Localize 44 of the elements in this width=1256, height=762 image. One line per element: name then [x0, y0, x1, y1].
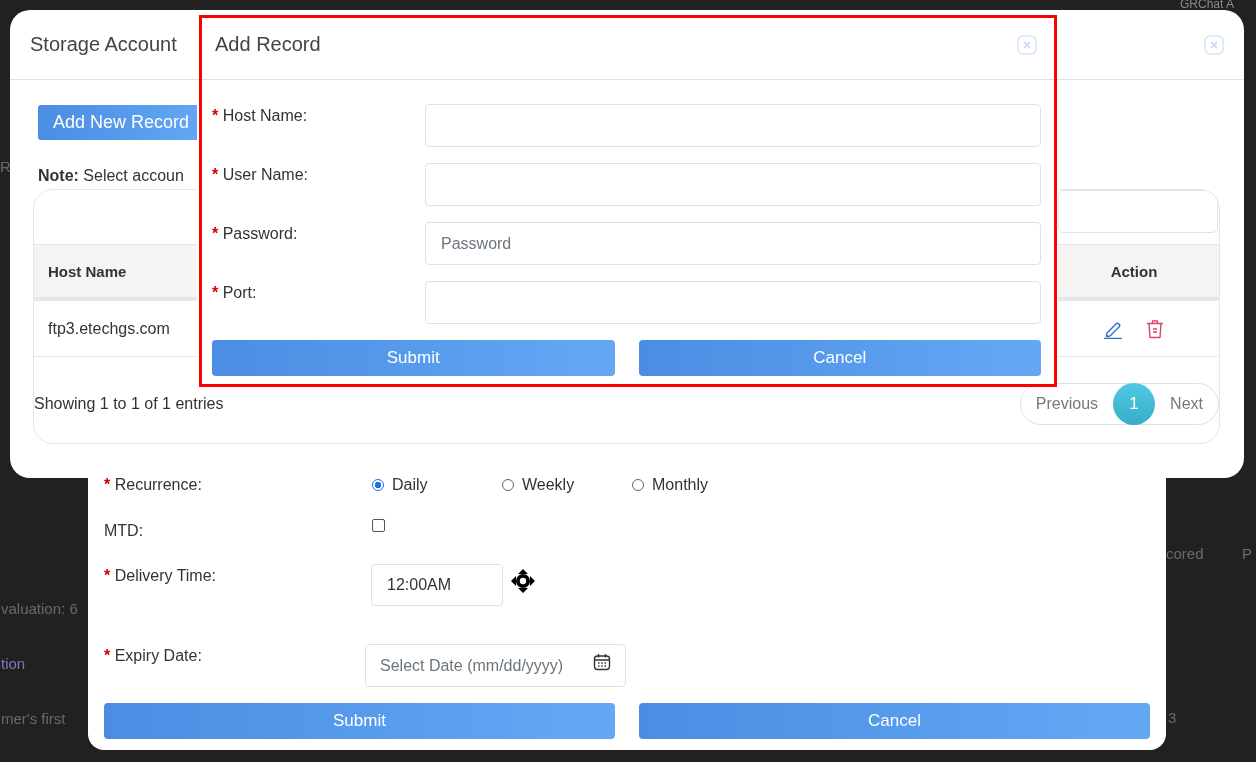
field-label: * Recurrence:	[104, 476, 203, 494]
submit-button[interactable]: Submit	[104, 703, 615, 739]
table-cell-text: ftp3.etechgs.com	[47, 319, 171, 338]
calendar-icon[interactable]	[593, 652, 611, 671]
close-icon[interactable]	[1204, 34, 1224, 55]
page-text: 3	[1168, 709, 1177, 726]
date-field[interactable]: Select Date (mm/dd/yyyy)	[365, 644, 626, 687]
entries-info: Showing 1 to 1 of 1 entries	[34, 395, 224, 413]
page-text: R	[0, 158, 11, 175]
next-link[interactable]: Next	[1155, 395, 1218, 413]
submit-button[interactable]: Submit	[212, 340, 615, 376]
move-icon[interactable]	[511, 569, 535, 593]
column-header: Host Name	[47, 262, 128, 280]
radio-option[interactable]: Daily	[372, 476, 502, 494]
trash-icon[interactable]	[1145, 318, 1165, 339]
input-field[interactable]	[425, 281, 1041, 324]
field-label: * Expiry Date:	[104, 646, 203, 665]
radio-option[interactable]: Monthly	[632, 476, 762, 494]
page-text: valuation: 6	[1, 600, 78, 617]
input-field[interactable]: Password	[425, 222, 1041, 265]
input-field[interactable]	[425, 163, 1041, 206]
field-label: * Host Name:	[212, 106, 309, 125]
time-field[interactable]: 12:00AM	[371, 564, 503, 606]
field-label: MTD:	[104, 522, 145, 540]
previous-link[interactable]: Previous	[1020, 395, 1114, 413]
cancel-button[interactable]: Cancel	[638, 340, 1041, 376]
checkbox[interactable]	[372, 518, 385, 532]
field-label: * Delivery Time:	[104, 566, 218, 585]
column-header: Action	[1109, 262, 1159, 280]
page-text: mer's first	[1, 710, 66, 727]
page-text: tion	[1, 655, 26, 672]
cancel-button[interactable]: Cancel	[639, 703, 1150, 739]
app-title: GRChat A	[1180, 0, 1235, 10]
field-label: * Password:	[212, 224, 299, 243]
note-text: Note: Select accoun	[38, 167, 184, 185]
dialog-title: Storage Account	[30, 33, 177, 56]
close-icon[interactable]	[1017, 34, 1037, 55]
radio-option[interactable]: Weekly	[502, 476, 632, 494]
input-field[interactable]	[425, 104, 1041, 147]
field-label: * Port:	[212, 283, 258, 302]
dialog-title: Add Record	[215, 33, 321, 56]
page-text: cored	[1166, 545, 1204, 562]
page-text: P	[1242, 545, 1252, 562]
field-label: * User Name:	[212, 165, 310, 184]
